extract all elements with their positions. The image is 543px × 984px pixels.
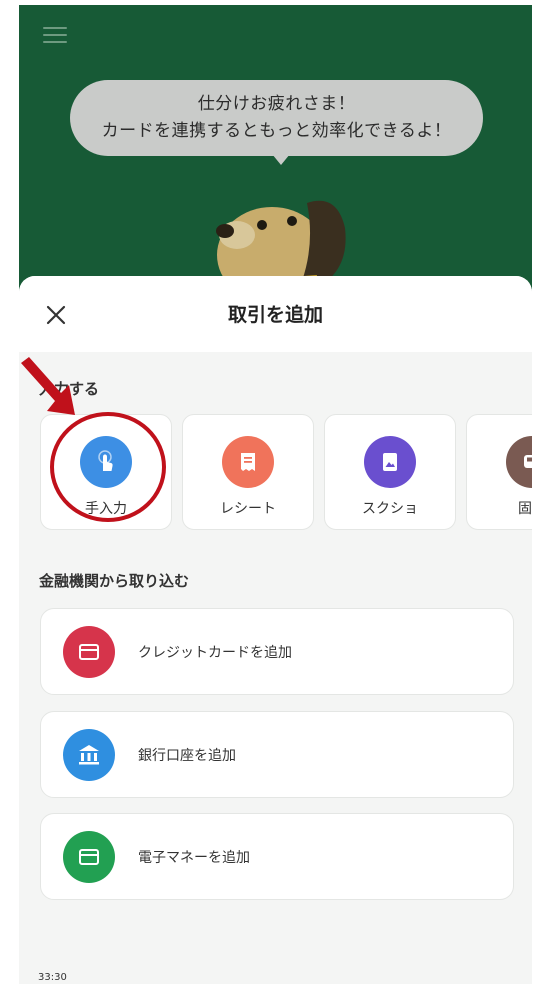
speech-bubble-tail <box>272 154 290 165</box>
e-money-card-icon <box>63 831 115 883</box>
app-screen: 仕分けお疲れさま！ カードを連携するともっと効率化できるよ！ 取引を追加 入力す… <box>19 5 532 984</box>
video-timestamp: 33:30 <box>38 972 67 983</box>
receipt-icon <box>222 436 274 488</box>
touch-icon <box>80 436 132 488</box>
bank-section-label: 金融機関から取り込む <box>39 572 190 590</box>
sheet-header: 取引を追加 <box>19 276 532 352</box>
credit-card-icon <box>63 626 115 678</box>
speech-bubble: 仕分けお疲れさま！ カードを連携するともっと効率化できるよ！ <box>70 80 483 156</box>
add-credit-card-button[interactable]: クレジットカードを追加 <box>40 608 514 695</box>
receipt-label: レシート <box>220 501 276 517</box>
input-section-label: 入力する <box>39 380 100 398</box>
add-e-money-button[interactable]: 電子マネーを追加 <box>40 813 514 900</box>
fixed-expense-button[interactable]: 固定 <box>466 414 532 530</box>
hero-banner: 仕分けお疲れさま！ カードを連携するともっと効率化できるよ！ <box>19 5 532 305</box>
manual-input-button[interactable]: 手入力 <box>40 414 172 530</box>
add-bank-account-label: 銀行口座を追加 <box>138 748 236 764</box>
menu-icon[interactable] <box>43 27 67 45</box>
add-transaction-sheet: 取引を追加 入力する 手入力 レシート スクショ 固 金融機関から取り込む クレ… <box>19 276 532 984</box>
add-e-money-label: 電子マネーを追加 <box>138 850 250 866</box>
car-icon <box>506 436 532 488</box>
bubble-line-2: カードを連携するともっと効率化できるよ！ <box>101 121 452 141</box>
sheet-title: 取引を追加 <box>227 304 323 326</box>
screenshot-button[interactable]: スクショ <box>324 414 456 530</box>
add-credit-card-label: クレジットカードを追加 <box>138 645 292 661</box>
dog-mascot-icon <box>216 200 346 283</box>
bubble-line-1: 仕分けお疲れさま！ <box>197 94 356 114</box>
fixed-expense-label: 固定 <box>518 501 532 517</box>
screenshot-label: スクショ <box>362 501 418 517</box>
add-bank-account-button[interactable]: 銀行口座を追加 <box>40 711 514 798</box>
input-options-row: 手入力 レシート スクショ 固 <box>40 414 532 532</box>
receipt-button[interactable]: レシート <box>182 414 314 530</box>
bank-icon <box>63 729 115 781</box>
screenshot-icon <box>364 436 416 488</box>
manual-input-label: 手入力 <box>85 501 127 517</box>
